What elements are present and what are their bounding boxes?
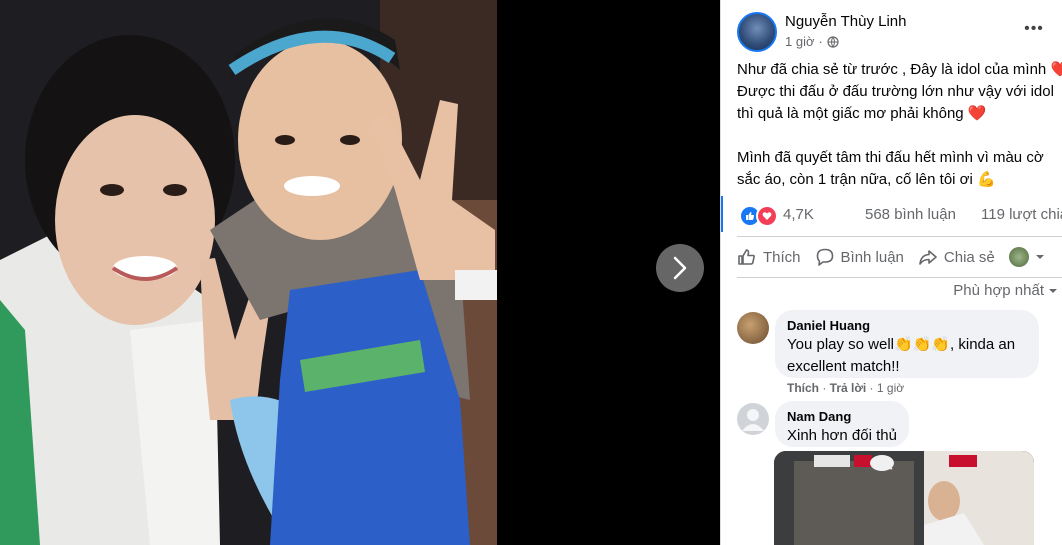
more-icon: ••• [1024, 20, 1044, 37]
separator-dot: · [818, 34, 823, 49]
reaction-count[interactable]: 4,7K [783, 206, 814, 223]
share-icon [919, 250, 937, 265]
comment-label: Bình luận [840, 248, 904, 266]
post-line: sắc áo, còn 1 trận nữa, cố lên tôi ơi 💪 [737, 171, 996, 188]
action-bar: Thích Bình luận Chia sẻ [737, 238, 1062, 276]
divider [737, 236, 1062, 237]
reaction-as-selector[interactable] [1008, 247, 1045, 267]
comment-bubble: Daniel Huang You play so well👏👏👏, kinda … [775, 310, 1039, 378]
comment-sort-dropdown[interactable]: Phù hợp nhất [953, 282, 1058, 299]
commenter-avatar[interactable] [737, 403, 769, 435]
post-text: Như đã chia sẻ từ trước , Đây là idol củ… [737, 59, 1062, 191]
comment-count[interactable]: 568 bình luận [865, 206, 956, 223]
default-user-icon [742, 409, 764, 431]
photo-illustration [0, 0, 497, 545]
thumbs-up-icon [738, 249, 755, 265]
post-header: Nguyễn Thùy Linh 1 giờ · ••• [737, 12, 1052, 56]
comment-actions: Thích · Trả lời · 1 giờ [787, 381, 905, 395]
comment-text: You play so well👏👏👏, kinda an excellent … [787, 336, 1016, 375]
author-avatar[interactable] [737, 12, 777, 52]
caret-down-icon [1035, 255, 1044, 259]
post-time[interactable]: 1 giờ [785, 34, 815, 49]
divider [737, 277, 1062, 278]
post-line: Mình đã quyết tâm thi đấu hết mình vì mà… [737, 149, 1044, 166]
post-line: Như đã chia sẻ từ trước , Đây là idol củ… [737, 59, 1062, 81]
share-label: Chia sẻ [943, 248, 995, 266]
comment-reply-button[interactable]: Trả lời [830, 381, 867, 395]
comment-like-button[interactable]: Thích [787, 381, 819, 395]
commenter-name[interactable]: Daniel Huang [787, 318, 1027, 334]
post-photo [0, 0, 497, 545]
love-reaction-icon [756, 205, 778, 227]
comment-time[interactable]: 1 giờ [877, 381, 904, 395]
comment-attachment-thumbnail[interactable] [774, 451, 1034, 545]
post-line: thì quả là một giấc mơ phải không ❤️ [737, 105, 987, 122]
like-label: Thích [763, 248, 801, 266]
page-avatar [1008, 247, 1029, 267]
heart-emoji: ❤️ [967, 105, 987, 122]
sort-label: Phù hợp nhất [953, 282, 1044, 299]
heart-emoji: ❤️ [1050, 61, 1062, 78]
more-options-button[interactable]: ••• [1020, 20, 1048, 40]
like-button[interactable]: Thích [737, 247, 801, 267]
comment-button[interactable]: Bình luận [815, 247, 904, 267]
comment-icon [816, 248, 833, 266]
post-meta: 1 giờ · [785, 34, 839, 49]
commenter-name[interactable]: Nam Dang [787, 409, 897, 425]
author-name[interactable]: Nguyễn Thùy Linh [785, 13, 906, 30]
caret-down-icon [1049, 288, 1057, 293]
chevron-right-icon [673, 256, 687, 280]
comment-text: Xinh hơn đối thủ [787, 427, 897, 444]
next-photo-button[interactable] [656, 244, 704, 292]
share-button[interactable]: Chia sẻ [918, 247, 995, 267]
share-count[interactable]: 119 lượt chia sẻ [981, 206, 1062, 223]
globe-icon [827, 35, 839, 48]
comment-bubble: Nam Dang Xinh hơn đối thủ [775, 401, 909, 447]
reaction-icons[interactable] [739, 205, 778, 227]
post-stats: 4,7K 568 bình luận 119 lượt chia sẻ [721, 196, 1062, 232]
photo-viewer [0, 0, 720, 545]
muscle-emoji: 💪 [977, 171, 996, 188]
post-line: Được thi đấu ở đấu trường lớn như vậy vớ… [737, 83, 1054, 100]
clap-emoji: 👏👏👏 [894, 336, 951, 353]
commenter-avatar[interactable] [737, 312, 769, 344]
attachment-image [774, 451, 1034, 545]
